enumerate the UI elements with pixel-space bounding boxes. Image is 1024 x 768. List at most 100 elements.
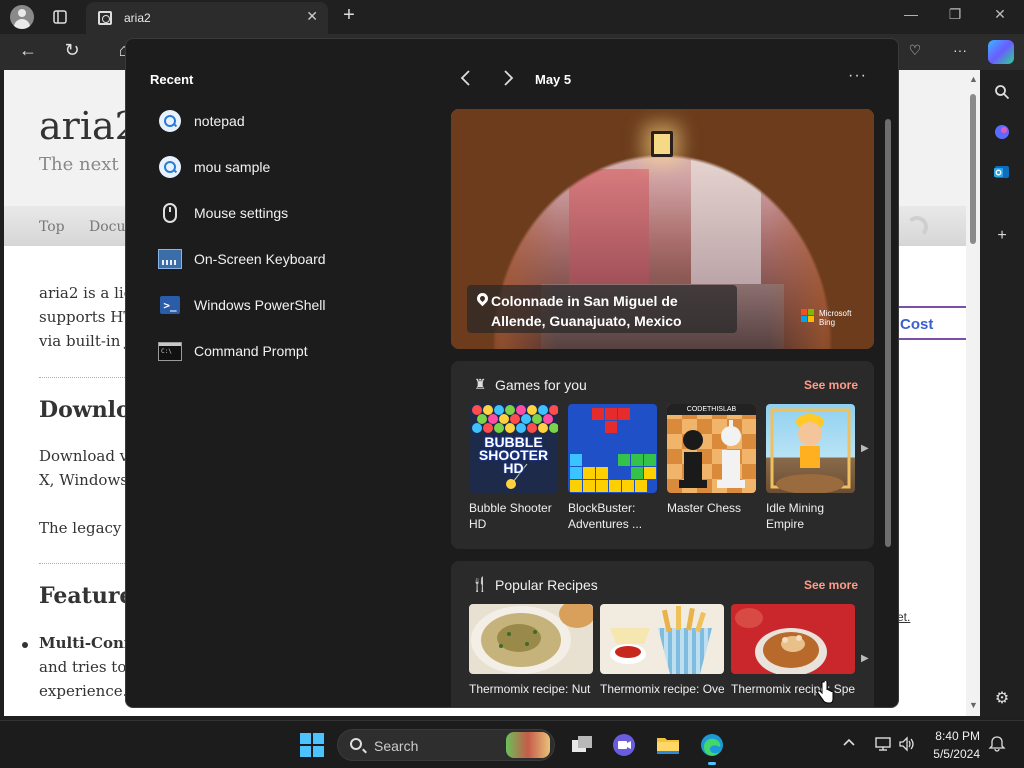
game-tile-blockbuster[interactable]: BlockBuster: Adventures ... xyxy=(568,404,657,532)
scroll-up-icon[interactable]: ▲ xyxy=(969,74,978,84)
recent-item-powershell[interactable]: >_ Windows PowerShell xyxy=(156,290,436,320)
hand-cursor-icon xyxy=(817,681,834,704)
photo-caption: Colonnade in San Miguel de Allende, Guan… xyxy=(491,293,682,329)
scroll-down-icon[interactable]: ▼ xyxy=(969,700,978,710)
game-tile-master-chess[interactable]: CODETHISLAB Master Chess xyxy=(667,404,756,516)
mouse-icon xyxy=(163,203,177,223)
refresh-icon[interactable]: ↻ xyxy=(60,40,84,61)
games-next-arrow-icon[interactable]: ▶ xyxy=(861,443,869,454)
game-thumb-text: BUBBLE SHOOTER HD xyxy=(478,434,549,476)
task-view-icon[interactable] xyxy=(568,731,596,759)
recipe-tile-oven-fries[interactable]: Thermomix recipe: Oven Fries and Lime ..… xyxy=(600,604,724,697)
panel-scrollbar[interactable] xyxy=(884,109,892,705)
copilot-icon[interactable] xyxy=(988,40,1014,64)
nav-link-docs[interactable]: Docu xyxy=(89,219,126,235)
webpage-scrollbar[interactable]: ▲ ▼ xyxy=(966,70,980,716)
restore-button[interactable]: ❐ xyxy=(940,6,970,23)
recent-item-label: mou sample xyxy=(194,159,271,175)
game-thumbnail xyxy=(766,404,855,493)
sidebar-settings-gear-icon[interactable]: ⚙ xyxy=(990,686,1014,710)
network-icon[interactable] xyxy=(874,735,892,753)
recipe-tile-hummus[interactable]: Thermomix recipe: Nut Milk Pulp Hummus xyxy=(469,604,593,697)
game-thumbnail xyxy=(568,404,657,493)
photo-of-the-day-card[interactable]: Colonnade in San Miguel de Allende, Guan… xyxy=(451,109,874,349)
edge-browser-icon[interactable] xyxy=(698,731,726,765)
taskbar-search-placeholder: Search xyxy=(374,738,419,754)
volume-icon[interactable] xyxy=(898,735,916,753)
next-day-chevron-icon[interactable] xyxy=(502,69,514,92)
recipe-label: Thermomix recipe: Oven Fries and Lime ..… xyxy=(600,682,724,696)
powershell-icon: >_ xyxy=(160,296,180,314)
recent-item-label: Mouse settings xyxy=(194,205,289,221)
tab-close-icon[interactable]: ✕ xyxy=(306,8,318,25)
recent-item-on-screen-keyboard[interactable]: On-Screen Keyboard xyxy=(156,244,436,274)
recipes-next-arrow-icon[interactable]: ▶ xyxy=(861,653,869,664)
cost-box[interactable]: Cost xyxy=(896,306,966,340)
site-title: aria2 xyxy=(39,104,139,148)
rss-icon[interactable] xyxy=(906,216,928,238)
game-label: Bubble Shooter HD xyxy=(469,501,552,531)
recipe-label: Thermomix recipe: Speculoos (Bisc... xyxy=(731,682,855,696)
sidebar-add-icon[interactable]: + xyxy=(990,224,1014,248)
tab-actions-icon[interactable] xyxy=(46,4,74,30)
sidebar-outlook-icon[interactable] xyxy=(990,160,1014,184)
recent-item-notepad[interactable]: notepad xyxy=(156,106,436,136)
game-label: BlockBuster: Adventures ... xyxy=(568,501,643,531)
taskbar-search-box[interactable]: Search xyxy=(337,729,555,761)
notification-bell-icon[interactable] xyxy=(988,735,1006,753)
bing-brand-line-2: Bing xyxy=(819,318,836,327)
tab-title: aria2 xyxy=(124,11,151,25)
minimize-button[interactable]: — xyxy=(896,6,926,22)
recipes-title: Popular Recipes xyxy=(495,577,598,593)
taskbar-clock-time[interactable]: 8:40 PM xyxy=(920,729,980,743)
keyboard-icon xyxy=(158,249,182,269)
recent-item-label: Windows PowerShell xyxy=(194,297,326,313)
games-card: ♜ Games for you See more BUBBLE SHOOTER … xyxy=(451,361,874,549)
et-link[interactable]: et. xyxy=(897,610,910,624)
game-tile-bubble-shooter[interactable]: BUBBLE SHOOTER HD Bubble Shooter HD xyxy=(469,404,558,532)
intro-line-3: via built-in J xyxy=(39,332,132,350)
scrollbar-thumb[interactable] xyxy=(970,94,976,244)
command-prompt-icon xyxy=(158,341,182,361)
teams-chat-icon[interactable] xyxy=(610,731,638,759)
settings-more-icon[interactable]: ··· xyxy=(949,42,971,58)
recent-title: Recent xyxy=(150,72,194,87)
search-icon xyxy=(350,738,362,750)
recipe-tile-speculoos[interactable]: Thermomix recipe: Speculoos (Bisc... xyxy=(731,604,855,697)
taskbar: Search 8:40 PM 5/5/2024 xyxy=(0,720,1024,768)
photo-caption-box[interactable]: Colonnade in San Miguel de Allende, Guan… xyxy=(467,285,737,333)
feature-line-3: experience. xyxy=(39,682,128,700)
start-button-windows-icon[interactable] xyxy=(300,733,324,757)
sidebar-copilot-icon[interactable] xyxy=(990,120,1014,144)
window-close-button[interactable]: ✕ xyxy=(985,6,1015,23)
recent-item-label: notepad xyxy=(194,113,245,129)
search-highlight-art xyxy=(506,732,550,758)
previous-day-chevron-icon[interactable] xyxy=(460,69,472,92)
browser-tab-aria2[interactable]: aria2 ✕ xyxy=(86,2,328,34)
recent-item-mou-sample[interactable]: mou sample xyxy=(156,152,436,182)
edge-sidebar: + ⚙ xyxy=(980,70,1024,716)
sidebar-search-icon[interactable] xyxy=(990,80,1014,104)
site-favicon-icon xyxy=(98,11,112,25)
game-label: Idle Mining Empire xyxy=(766,501,825,531)
file-explorer-icon[interactable] xyxy=(654,731,682,759)
nav-link-top[interactable]: Top xyxy=(39,219,65,235)
recipe-thumbnail xyxy=(731,604,855,674)
search-icon xyxy=(159,156,181,178)
intro-line-2: supports HT xyxy=(39,308,134,326)
panel-scrollbar-thumb[interactable] xyxy=(885,119,891,547)
show-hidden-icons-chevron-icon[interactable] xyxy=(842,735,860,753)
features-heading: Feature xyxy=(39,583,134,609)
new-tab-button[interactable]: + xyxy=(338,4,360,27)
profile-avatar-icon[interactable] xyxy=(10,5,34,29)
back-arrow-icon[interactable]: ← xyxy=(16,40,40,61)
recent-item-command-prompt[interactable]: Command Prompt xyxy=(156,336,436,366)
recipes-see-more-link[interactable]: See more xyxy=(804,578,858,592)
more-options-icon[interactable]: ··· xyxy=(848,67,867,85)
browser-essentials-icon[interactable]: ♡ xyxy=(904,42,926,59)
recent-item-mouse-settings[interactable]: Mouse settings xyxy=(156,198,436,228)
taskbar-clock-date[interactable]: 5/5/2024 xyxy=(920,747,980,761)
game-tile-idle-mining[interactable]: Idle Mining Empire xyxy=(766,404,855,532)
location-pin-icon xyxy=(474,290,491,307)
games-see-more-link[interactable]: See more xyxy=(804,378,858,392)
